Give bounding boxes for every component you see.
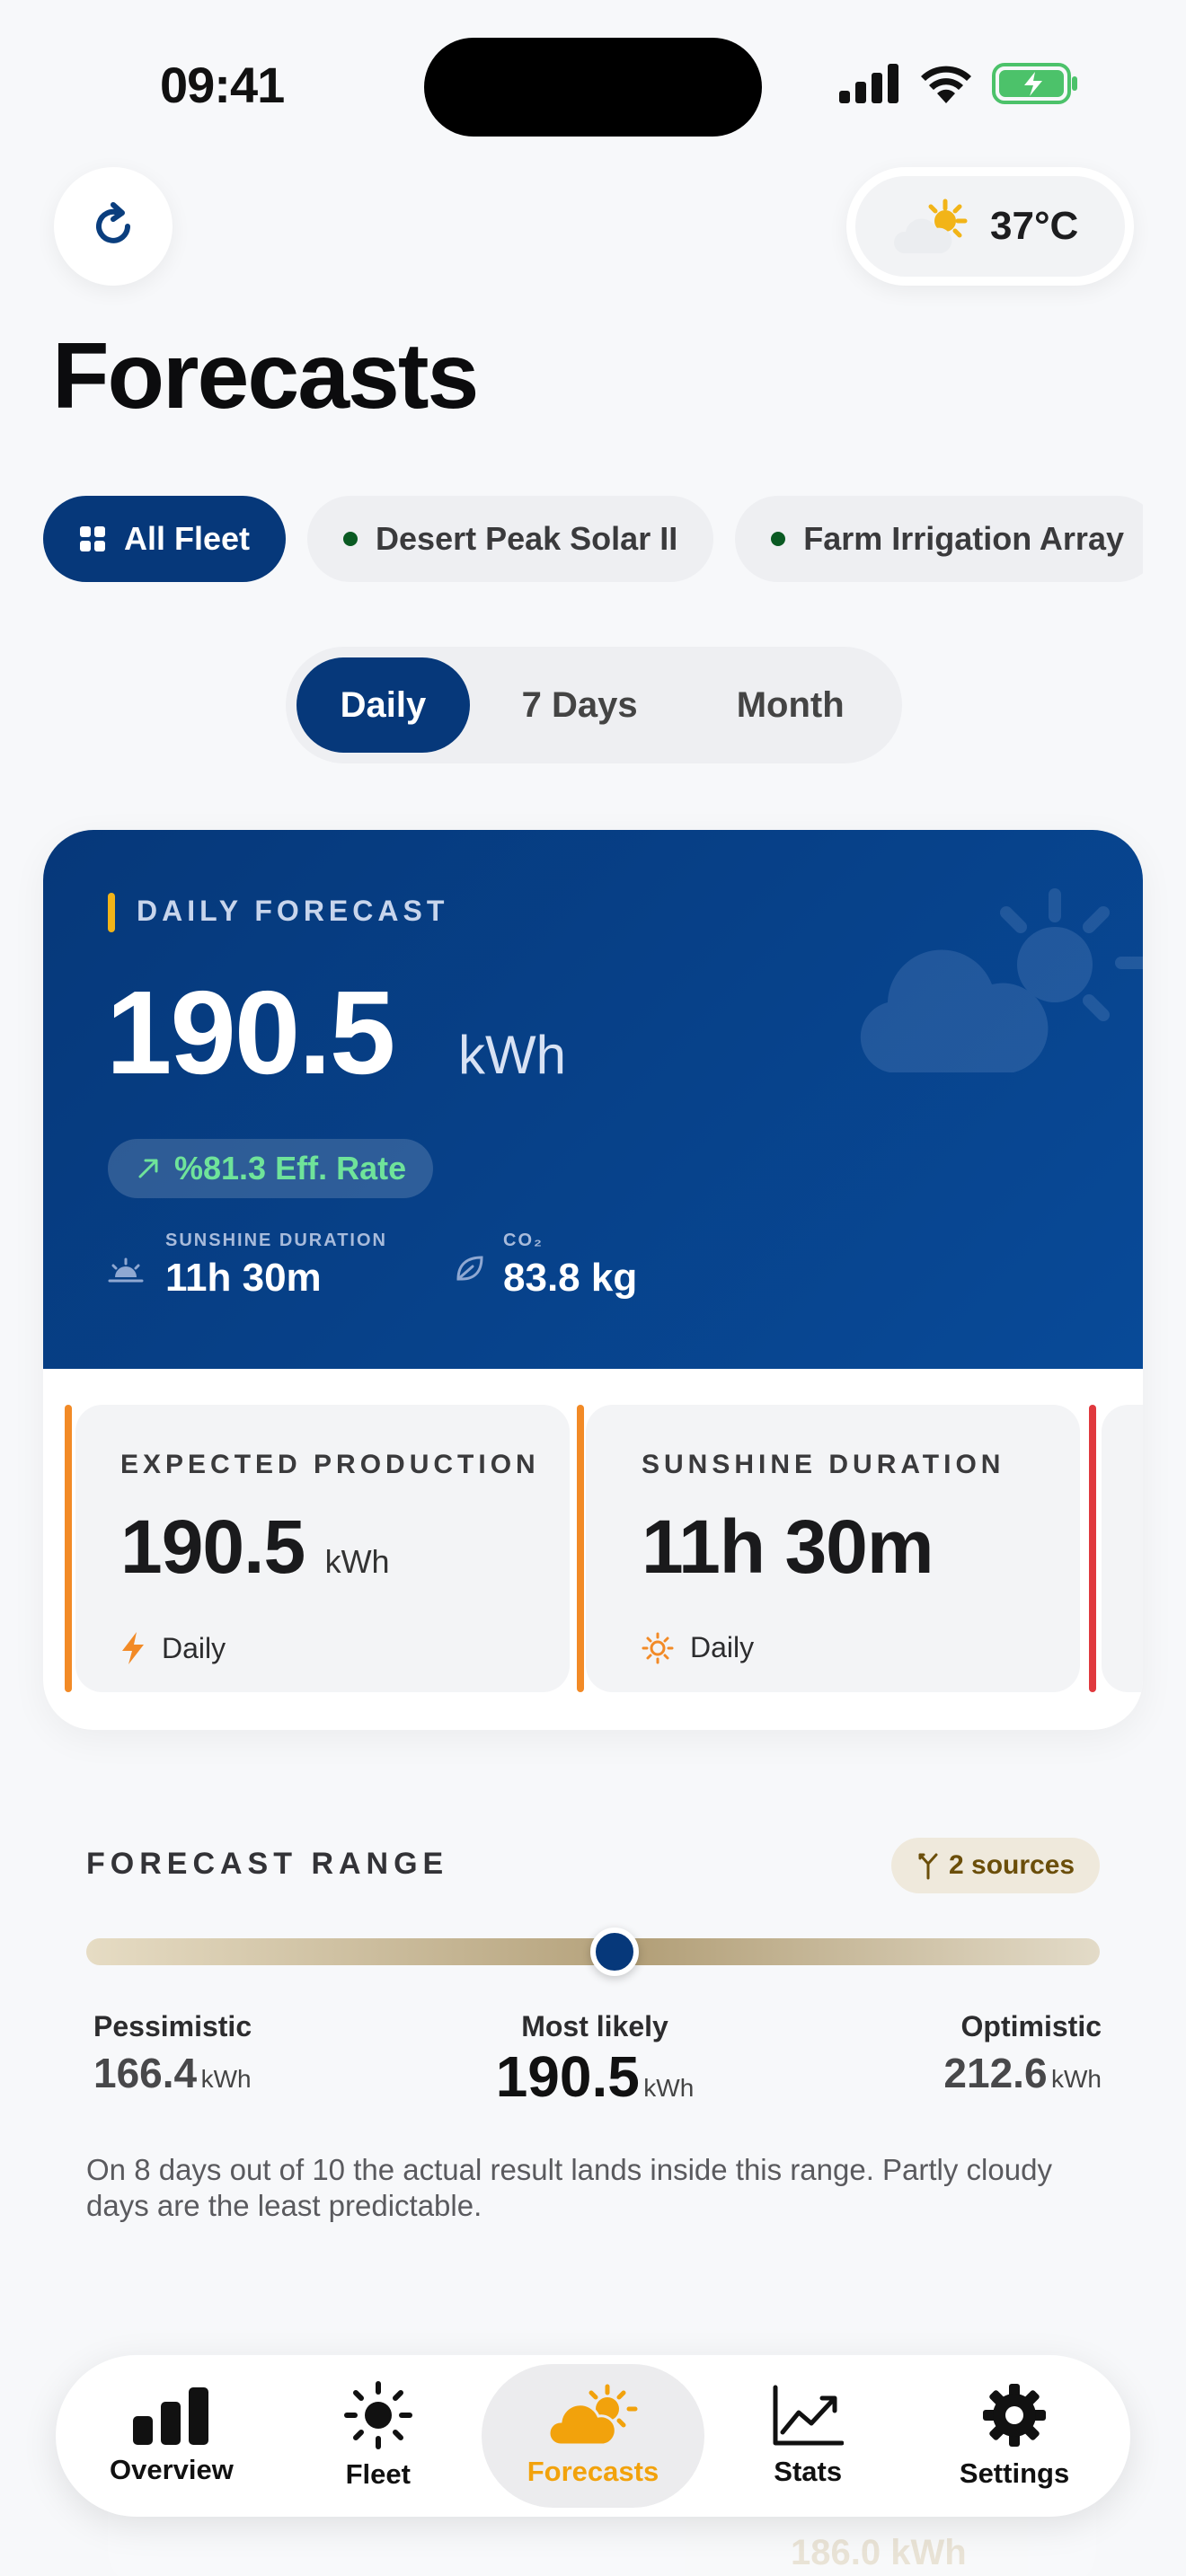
next-card-peek[interactable] [1102,1405,1143,1692]
dynamic-island [424,38,762,137]
range-note: On 8 days out of 10 the actual result la… [86,2153,1052,2222]
range-thumb[interactable] [590,1928,640,1976]
status-icons [839,63,1078,104]
mini-card-footer: Daily [642,1631,754,1664]
fleet-filter: All Fleet Desert Peak Solar II Farm Irri… [43,496,1143,582]
mini-card-period: Daily [162,1631,226,1664]
card-accent-bar [577,1405,584,1692]
tab-forecasts[interactable]: Forecasts [481,2364,705,2508]
mini-card-unit: kWh [324,1543,390,1580]
likely-value-row: 190.5 kWh [487,2043,703,2110]
chip-label: Desert Peak Solar II [376,520,678,557]
tab-stats[interactable]: Stats [704,2364,911,2508]
chip-desert-peak[interactable]: Desert Peak Solar II [307,496,714,582]
mini-card-label: SUNSHINE DURATION [642,1450,1005,1479]
efficiency-label: %81.3 Eff. Rate [174,1150,407,1187]
card-accent-bar [65,1405,72,1692]
tab-label: Overview [109,2454,234,2485]
status-time: 09:41 [160,57,285,113]
wifi-icon [921,66,971,103]
tab-fleet[interactable]: Fleet [275,2364,482,2508]
chip-label: Farm Irrigation Array [803,520,1124,557]
mini-card-number: 190.5 [120,1504,305,1589]
temperature-label: 37°C [990,204,1079,248]
sources-label: 2 sources [949,1850,1075,1880]
expected-production-card[interactable]: EXPECTED PRODUCTION 190.5 kWh Daily [65,1405,570,1692]
sunshine-value: 11h 30m [165,1256,322,1300]
leaf-icon [453,1252,485,1289]
tab-daily[interactable]: Daily [296,657,470,753]
hero-unit: kWh [458,1025,566,1085]
daily-forecast-card: DAILY FORECAST 190.5 kWh %81.3 Eff. Rate… [43,830,1143,1730]
pessimistic-label: Pessimistic [93,2010,252,2042]
partly-sunny-icon [893,198,968,253]
pessimistic-value: 166.4 [93,2050,198,2096]
likely-value: 190.5 [495,2044,640,2109]
merge-icon [918,1853,938,1880]
signal-icon [839,64,898,103]
sunrise-icon [108,1257,144,1289]
bar-chart-icon [132,2387,208,2445]
bolt-icon [122,1632,144,1664]
mini-card-period: Daily [690,1631,755,1663]
tab-label: Forecasts [527,2456,659,2487]
hero-label: DAILY FORECAST [137,895,449,927]
likely-label: Most likely [521,2010,668,2042]
tab-label: Stats [774,2456,843,2487]
chip-all-fleet[interactable]: All Fleet [43,496,287,582]
status-dot [771,532,786,546]
efficiency-badge: %81.3 Eff. Rate [108,1139,434,1198]
page-title: Forecasts [52,324,479,428]
tab-label: Fleet [345,2458,411,2490]
optimistic-label: Optimistic [960,2010,1102,2042]
co2-label: CO₂ [503,1231,544,1250]
sun-icon [642,1632,674,1663]
cloud-sun-icon [547,2384,638,2447]
chip-label: All Fleet [124,520,251,557]
refresh-icon [96,202,130,243]
sunshine-label: SUNSHINE DURATION [165,1231,387,1250]
optimistic-value: 212.6 [943,2050,1048,2096]
line-chart-icon [773,2385,845,2446]
trend-up-icon [138,1159,158,1178]
unit-label: kWh [200,2065,252,2093]
tab-settings[interactable]: Settings [911,2364,1118,2508]
sunshine-duration-card[interactable]: SUNSHINE DURATION 11h 30m Daily [577,1405,1080,1692]
hero-panel: DAILY FORECAST 190.5 kWh %81.3 Eff. Rate… [43,830,1143,1369]
optimistic-group: Optimistic 212.6 kWh [916,2010,1102,2097]
status-dot [343,532,358,546]
chip-farm-irrigation[interactable]: Farm Irrigation Array [735,496,1143,582]
label-accent [108,893,115,932]
unit-label: kWh [643,2074,695,2102]
tab-month[interactable]: Month [689,657,891,753]
tab-bar: Overview Fleet Forecasts Stats Settings [56,2355,1130,2517]
tab-overview[interactable]: Overview [68,2364,275,2508]
sun-icon [343,2381,412,2449]
pessimistic-group: Pessimistic 166.4 kWh [93,2010,252,2097]
grid-icon [80,526,105,551]
period-selector: Daily 7 Days Month [286,647,902,763]
unit-label: kWh [1051,2065,1102,2093]
optimistic-value-row: 212.6 kWh [916,2049,1102,2097]
cloud-sun-watermark-icon [860,888,1143,1072]
next-card-accent-bar [1089,1405,1096,1692]
weather-badge[interactable]: 37°C [846,167,1134,286]
sources-badge[interactable]: 2 sources [891,1838,1101,1893]
scrolled-value: 186.0 kWh [791,2533,967,2572]
mini-card-label: EXPECTED PRODUCTION [120,1450,540,1479]
mini-card-value: 190.5 kWh [120,1504,390,1591]
hero-value: 190.5 [106,966,395,1098]
mini-card-footer: Daily [120,1631,226,1665]
tab-label: Settings [959,2457,1070,2489]
pessimistic-value-row: 166.4 kWh [93,2049,252,2097]
mini-card-value: 11h 30m [642,1504,934,1589]
likely-group: Most likely 190.5 kWh [487,2010,703,2110]
tab-7-days[interactable]: 7 Days [470,657,690,753]
co2-value: 83.8 kg [503,1256,638,1300]
gear-icon [983,2384,1047,2447]
refresh-button[interactable] [54,167,173,286]
forecast-range-title: FORECAST RANGE [86,1847,449,1881]
battery-icon [992,63,1077,104]
